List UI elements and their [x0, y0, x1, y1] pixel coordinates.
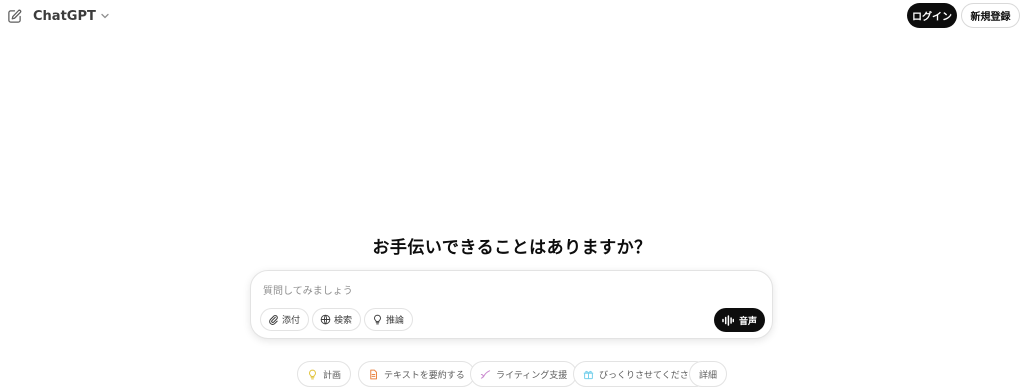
model-name: ChatGPT [33, 8, 96, 24]
model-selector[interactable]: ChatGPT [33, 5, 110, 27]
voice-label: 音声 [738, 316, 757, 327]
pen-icon [480, 369, 491, 380]
reason-label: 推論 [386, 316, 405, 326]
login-button[interactable]: ログイン [907, 3, 957, 28]
waveform-icon [722, 314, 734, 326]
suggestion-plan[interactable]: 計画 [297, 361, 352, 387]
signup-button[interactable]: 新規登録 [961, 3, 1020, 28]
paperclip-icon [268, 314, 279, 325]
suggestion-more[interactable]: 詳細 [689, 361, 728, 387]
page-title: お手伝いできることはありますか？ [372, 238, 652, 258]
gift-icon [583, 369, 594, 380]
search-label: 検索 [334, 316, 353, 326]
voice-button[interactable]: 音声 [714, 308, 765, 332]
suggestion-label: びっくりさせてください [599, 370, 698, 381]
suggestion-writing[interactable]: ライティング支援 [470, 361, 578, 387]
chevron-down-icon [100, 11, 110, 21]
suggestion-surprise[interactable]: びっくりさせてください [573, 361, 708, 387]
suggestion-label: ライティング支援 [496, 370, 568, 381]
lightbulb-icon [307, 369, 318, 380]
attach-label: 添付 [282, 316, 301, 326]
new-chat-icon[interactable] [5, 7, 23, 25]
top-bar: ChatGPT ログイン 新規登録 [0, 0, 1024, 34]
composer: 添付 検索 推論 音声 [250, 270, 773, 339]
reason-button[interactable]: 推論 [364, 308, 414, 331]
attach-button[interactable]: 添付 [260, 308, 310, 331]
search-button[interactable]: 検索 [312, 308, 362, 331]
document-icon [368, 369, 379, 380]
globe-icon [320, 314, 331, 325]
prompt-input[interactable] [263, 283, 703, 299]
lightbulb-icon [372, 314, 383, 325]
suggestion-label: テキストを要約する [384, 370, 465, 381]
suggestion-summarize[interactable]: テキストを要約する [358, 361, 475, 387]
suggestion-label: 詳細 [699, 370, 718, 381]
suggestion-label: 計画 [323, 370, 342, 381]
